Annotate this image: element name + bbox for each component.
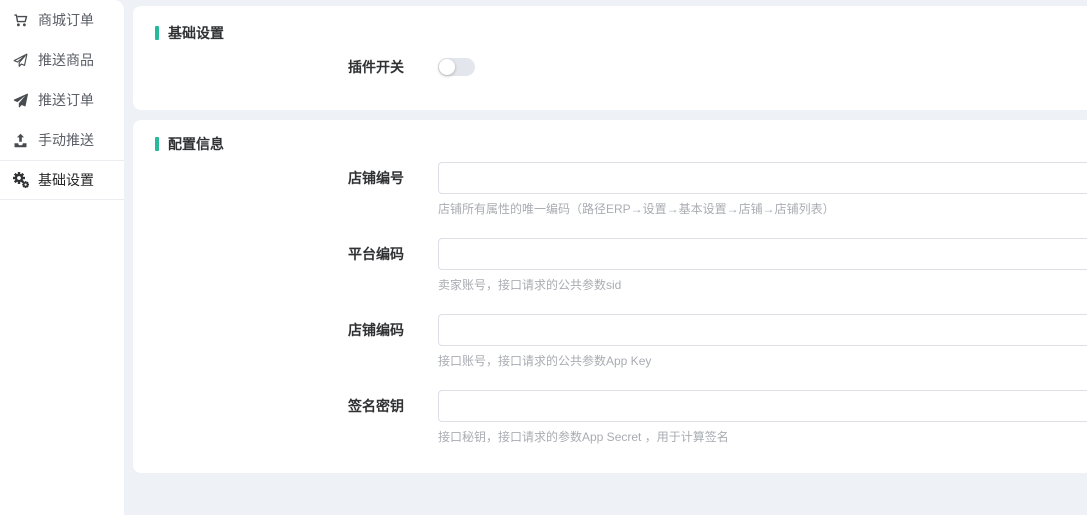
section-title: 基础设置	[168, 23, 224, 43]
sidebar-item-manual-push[interactable]: 手动推送	[0, 120, 124, 160]
accent-bar	[155, 137, 159, 151]
config-info-card: 配置信息 店铺编号 店铺所有属性的唯一编码（路径ERP→设置→基本设置→店铺→店…	[133, 120, 1087, 473]
shop-number-hint: 店铺所有属性的唯一编码（路径ERP→设置→基本设置→店铺→店铺列表）	[438, 202, 1087, 216]
basic-settings-card: 基础设置 插件开关	[133, 6, 1087, 110]
sidebar-item-basic-settings[interactable]: 基础设置	[0, 160, 124, 200]
sidebar-item-push-orders[interactable]: 推送订单	[0, 80, 124, 120]
sidebar-item-label: 手动推送	[38, 130, 94, 150]
platform-code-hint: 卖家账号，接口请求的公共参数sid	[438, 278, 1087, 292]
paper-plane-outline-icon	[12, 52, 29, 68]
plugin-switch-label: 插件开关	[155, 58, 404, 76]
platform-code-label: 平台编码	[155, 238, 404, 270]
shop-code-input[interactable]	[438, 314, 1087, 346]
shop-number-row: 店铺编号 店铺所有属性的唯一编码（路径ERP→设置→基本设置→店铺→店铺列表）	[155, 162, 1087, 216]
shop-code-label: 店铺编码	[155, 314, 404, 346]
shop-number-label: 店铺编号	[155, 162, 404, 194]
accent-bar	[155, 26, 159, 40]
section-header-basic: 基础设置	[155, 23, 1087, 43]
sidebar-item-label: 推送商品	[38, 50, 94, 70]
platform-code-row: 平台编码 卖家账号，接口请求的公共参数sid	[155, 238, 1087, 292]
gears-icon	[12, 172, 29, 188]
plugin-switch-toggle[interactable]	[438, 58, 475, 76]
upload-icon	[12, 132, 29, 148]
signature-key-row: 签名密钥 接口秘钥，接口请求的参数App Secret ，用于计算签名	[155, 390, 1087, 444]
sidebar-item-mall-orders[interactable]: 商城订单	[0, 0, 124, 40]
section-header-config: 配置信息	[155, 134, 1087, 154]
main-content: 基础设置 插件开关 配置信息 店铺编号 店铺所有属性的唯一编码（路径ERP→设置…	[133, 0, 1087, 473]
signature-key-input[interactable]	[438, 390, 1087, 422]
sidebar-item-label: 推送订单	[38, 90, 94, 110]
cart-icon	[12, 12, 29, 28]
sidebar: 商城订单 推送商品 推送订单 手动推送	[0, 0, 124, 515]
sidebar-item-label: 基础设置	[38, 170, 94, 190]
signature-key-label: 签名密钥	[155, 390, 404, 422]
section-title: 配置信息	[168, 134, 224, 154]
sidebar-item-push-products[interactable]: 推送商品	[0, 40, 124, 80]
shop-code-hint: 接口账号，接口请求的公共参数App Key	[438, 354, 1087, 368]
shop-code-row: 店铺编码 接口账号，接口请求的公共参数App Key	[155, 314, 1087, 368]
sidebar-item-label: 商城订单	[38, 10, 94, 30]
platform-code-input[interactable]	[438, 238, 1087, 270]
switch-knob	[439, 59, 455, 75]
plugin-switch-row: 插件开关	[155, 58, 1087, 79]
signature-key-hint: 接口秘钥，接口请求的参数App Secret ，用于计算签名	[438, 430, 1087, 444]
paper-plane-icon	[12, 92, 29, 108]
shop-number-input[interactable]	[438, 162, 1087, 194]
